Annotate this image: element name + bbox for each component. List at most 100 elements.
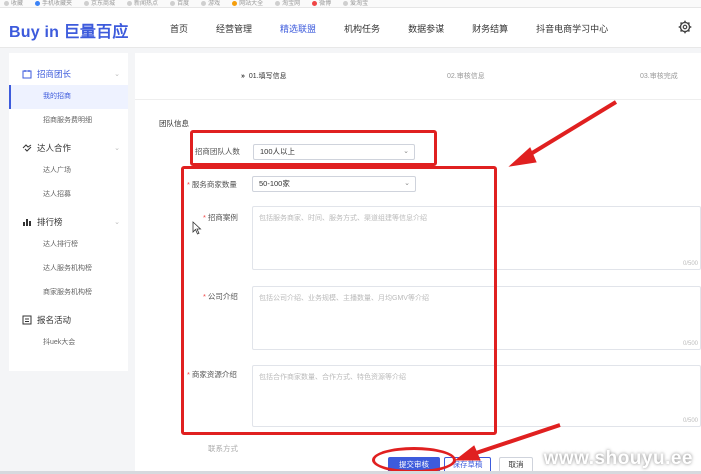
progress-steps: » 01.填写信息 02.审核信息 03.审核完成 xyxy=(135,53,701,100)
bookmark-item[interactable]: 手机收藏夹 xyxy=(35,1,72,7)
nav-item-finance[interactable]: 财务结算 xyxy=(472,22,508,35)
textarea-placeholder: 包括公司介绍、业务规模、主播数量、月均GMV等介绍 xyxy=(259,295,429,302)
team-icon xyxy=(22,70,32,79)
required-marker: * xyxy=(187,180,190,189)
bookmark-item[interactable]: 百度 xyxy=(170,1,189,7)
team-size-select[interactable]: 100人以上 ⌄ xyxy=(253,144,415,160)
bookmark-item[interactable]: 爱淘宝 xyxy=(343,1,368,7)
sidebar-item-merchant-agency-ranking[interactable]: 商家服务机构榜 xyxy=(9,281,128,305)
chevron-down-icon: ⌄ xyxy=(114,71,120,78)
merchant-count-select[interactable]: 50-100家 ⌄ xyxy=(252,176,416,192)
sidebar-item-influencer-square[interactable]: 达人广场 xyxy=(9,159,128,183)
main-nav: 首页 经营管理 精选联盟 机构任务 数据参谋 财务结算 抖音电商学习中心 xyxy=(170,8,636,48)
bookmark-item[interactable]: 游戏 xyxy=(201,1,220,7)
bookmark-label: 手机收藏夹 xyxy=(42,0,73,7)
mouse-cursor-icon xyxy=(192,221,202,235)
bookmark-label: 爱淘宝 xyxy=(350,0,369,7)
handshake-icon xyxy=(22,144,32,152)
resource-intro-textarea[interactable]: 包括合作商家数量、合作方式、特色资源等介绍 0/500 xyxy=(252,365,701,427)
step-arrow-icon: » xyxy=(241,73,245,80)
bookmark-label: 游戏 xyxy=(208,0,221,7)
bookmark-icon xyxy=(275,1,281,6)
nav-item-operations[interactable]: 经营管理 xyxy=(216,22,252,35)
bookmark-icon xyxy=(343,1,349,6)
merchant-count-label: * 服务商家数量 xyxy=(187,179,237,190)
bookmark-label: 京东商城 xyxy=(91,0,116,7)
team-size-label: * 招商团队人数 xyxy=(190,146,240,157)
bookmark-icon xyxy=(35,1,41,6)
sidebar-section-label: 达人合作 xyxy=(37,143,72,153)
bookmark-icon xyxy=(232,1,238,6)
textarea-placeholder: 包括服务商家、时间、服务方式、渠道组建等信息介绍 xyxy=(259,215,427,222)
sidebar-item-my-recruit[interactable]: 我的招商 xyxy=(9,85,128,109)
chevron-down-icon: ⌄ xyxy=(404,180,410,187)
bookmark-label: 网站大全 xyxy=(239,0,264,7)
bookmark-label: 百度 xyxy=(177,0,190,7)
sidebar-item-agency-ranking[interactable]: 达人服务机构榜 xyxy=(9,257,128,281)
bookmark-label: 微博 xyxy=(319,0,332,7)
char-counter: 0/500 xyxy=(682,261,698,267)
sidebar-section-label: 报名活动 xyxy=(37,315,72,325)
bookmark-icon xyxy=(312,1,318,6)
app-logo[interactable]: Buy in 巨量百应 xyxy=(9,18,129,42)
resource-intro-label: * 商家资源介绍 xyxy=(187,369,237,380)
watermark: www.shouyu.ee xyxy=(543,448,693,469)
char-counter: 0/500 xyxy=(682,341,698,347)
bookmark-label: 淘宝网 xyxy=(282,0,301,7)
step-review-info: 02.审核信息 xyxy=(447,73,485,80)
select-value: 50-100家 xyxy=(259,179,290,188)
nav-item-learning-center[interactable]: 抖音电商学习中心 xyxy=(536,22,608,35)
step-fill-info: » 01.填写信息 xyxy=(241,71,287,81)
sidebar: 招商团长 ⌄ 我的招商 招商服务费明细 达人合作 ⌄ 达人广场 达人招募 排行榜… xyxy=(9,53,128,371)
bookmark-item[interactable]: 收藏 xyxy=(4,1,23,7)
bookmark-item[interactable]: 淘宝网 xyxy=(275,1,300,7)
sidebar-section-label: 排行榜 xyxy=(37,217,63,227)
bookmark-item[interactable]: 京东商城 xyxy=(84,1,115,7)
sidebar-item-conference[interactable]: 抖uek大会 xyxy=(9,331,128,355)
main-content: » 01.填写信息 02.审核信息 03.审核完成 团队信息 * 招商团队人数 10… xyxy=(135,53,701,474)
nav-item-data[interactable]: 数据参谋 xyxy=(408,22,444,35)
company-intro-label: * 公司介绍 xyxy=(203,291,238,302)
bookmark-icon xyxy=(201,1,207,6)
nav-item-alliance[interactable]: 精选联盟 xyxy=(280,22,316,35)
cases-textarea[interactable]: 包括服务商家、时间、服务方式、渠道组建等信息介绍 0/500 xyxy=(252,206,701,270)
sidebar-item-service-fee[interactable]: 招商服务费明细 xyxy=(9,109,128,133)
activity-icon xyxy=(22,315,32,325)
sidebar-section-ranking[interactable]: 排行榜 ⌄ xyxy=(9,211,128,233)
gear-icon[interactable] xyxy=(678,20,692,34)
textarea-placeholder: 包括合作商家数量、合作方式、特色资源等介绍 xyxy=(259,374,406,381)
app-header: Buy in 巨量百应 首页 经营管理 精选联盟 机构任务 数据参谋 财务结算 … xyxy=(0,8,701,48)
sidebar-section-recruit[interactable]: 招商团长 ⌄ xyxy=(9,63,128,85)
sidebar-section-influencer[interactable]: 达人合作 ⌄ xyxy=(9,137,128,159)
nav-item-agency-tasks[interactable]: 机构任务 xyxy=(344,22,380,35)
bookmark-label: 新闻热点 xyxy=(134,0,159,7)
bookmark-label: 收藏 xyxy=(11,0,24,7)
bookmark-icon xyxy=(84,1,90,6)
sidebar-section-activity[interactable]: 报名活动 xyxy=(9,309,128,331)
chevron-down-icon: ⌄ xyxy=(403,148,409,155)
required-marker: * xyxy=(203,213,206,222)
chevron-down-icon: ⌄ xyxy=(114,219,120,226)
required-marker: * xyxy=(190,147,193,156)
chevron-down-icon: ⌄ xyxy=(114,145,120,152)
bookmark-item[interactable]: 微博 xyxy=(312,1,331,7)
sidebar-item-influencer-ranking[interactable]: 达人排行榜 xyxy=(9,233,128,257)
contact-label: 联系方式 xyxy=(208,444,238,453)
bookmark-item[interactable]: 新闻热点 xyxy=(127,1,158,7)
required-marker: * xyxy=(203,292,206,301)
bookmark-item[interactable]: 网站大全 xyxy=(232,1,263,7)
field-label: 公司介绍 xyxy=(207,292,238,301)
company-intro-textarea[interactable]: 包括公司介绍、业务规模、主播数量、月均GMV等介绍 0/500 xyxy=(252,286,701,350)
bookmark-icon xyxy=(4,1,9,6)
cases-label: * 招商案例 xyxy=(203,212,238,223)
sidebar-item-influencer-recruit[interactable]: 达人招募 xyxy=(9,183,128,207)
bookmark-bar: 收藏 手机收藏夹 京东商城 新闻热点 百度 游戏 网站大全 淘宝网 微博 爱淘宝 xyxy=(0,0,701,8)
field-label: 商家资源介绍 xyxy=(191,370,237,379)
bookmark-icon xyxy=(170,1,176,6)
char-counter: 0/500 xyxy=(682,418,698,424)
step-review-done: 03.审核完成 xyxy=(640,73,678,80)
nav-item-home[interactable]: 首页 xyxy=(170,22,188,35)
step-label: 01.填写信息 xyxy=(248,73,287,80)
select-value: 100人以上 xyxy=(260,147,296,156)
field-label: 招商案例 xyxy=(207,213,238,222)
